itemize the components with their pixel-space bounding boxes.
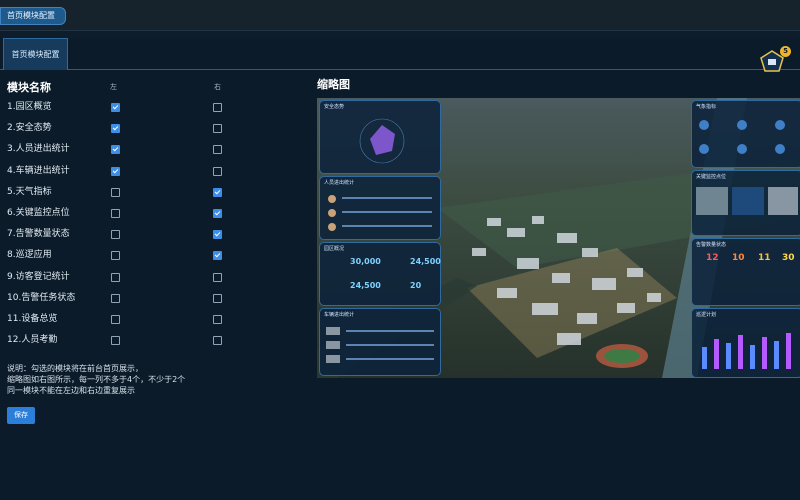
module-row: 3.人员进出统计	[7, 142, 227, 158]
alarm-value: 11	[758, 253, 771, 263]
module-label: 1.园区概览	[7, 102, 52, 112]
module-row: 8.巡逻应用	[7, 248, 227, 264]
left-checkbox[interactable]	[111, 103, 120, 112]
right-checkbox[interactable]	[213, 145, 222, 155]
left-checkbox[interactable]	[111, 187, 120, 197]
left-checkbox[interactable]	[111, 336, 120, 346]
weather-icons	[699, 120, 785, 154]
card-alarm: 告警数量状态 12 10 11 30	[691, 238, 800, 306]
right-checkbox[interactable]	[213, 230, 222, 240]
park-value: 24,500	[350, 281, 381, 290]
right-checkbox[interactable]	[213, 251, 222, 261]
module-row: 12.人员考勤	[7, 333, 227, 349]
right-checkbox[interactable]	[213, 103, 222, 112]
tab-home-config[interactable]: 首页模块配置	[3, 38, 68, 70]
left-checkbox[interactable]	[111, 124, 120, 134]
card-park: 园区概况 30,000 24,500 24,500 20	[319, 242, 441, 306]
right-checkbox[interactable]	[213, 166, 222, 176]
card-weather: 气象指标	[691, 100, 800, 168]
instructions-line: 同一模块不能在左边和右边重复展示	[7, 386, 135, 395]
alarm-value: 30	[782, 253, 795, 263]
card-monitor: 关键监控点位	[691, 170, 800, 236]
park-value: 24,500	[410, 257, 441, 266]
left-checkbox[interactable]	[111, 293, 120, 303]
left-checkbox[interactable]	[111, 315, 120, 324]
module-label: 5.天气指标	[7, 186, 52, 197]
left-checkbox[interactable]	[111, 166, 120, 176]
person-table	[328, 195, 432, 231]
module-label: 6.关键监控点位	[7, 208, 70, 218]
module-label: 9.访客登记统计	[7, 271, 70, 282]
module-row: 2.安全态势	[7, 121, 227, 137]
vehicle-table	[326, 327, 434, 363]
module-row: 7.告警数量状态	[7, 227, 227, 243]
top-bar: 首页模块配置	[0, 0, 800, 31]
module-label: 10.告警任务状态	[7, 292, 76, 303]
top-tab[interactable]: 首页模块配置	[0, 7, 66, 25]
card-vehicle: 车辆进出统计	[319, 308, 441, 376]
module-label: 8.巡逻应用	[7, 250, 52, 261]
alarm-value: 10	[732, 253, 745, 263]
module-label: 4.车辆进出统计	[7, 165, 70, 176]
radar-chart	[359, 118, 405, 164]
left-checkbox[interactable]	[111, 209, 120, 218]
park-value: 20	[410, 281, 422, 290]
module-label: 2.安全态势	[7, 123, 52, 134]
right-checkbox[interactable]	[213, 336, 222, 346]
module-row: 4.车辆进出统计	[7, 164, 227, 180]
column-right-label: 右	[214, 83, 221, 91]
module-row: 10.告警任务状态	[7, 291, 227, 307]
module-label: 12.人员考勤	[7, 335, 58, 346]
instructions: 说明：勾选的模块将在前台首页展示， 缩略图如右图所示，每一列不多于4个，不少于2…	[7, 363, 185, 396]
monitor-thumbnails	[696, 187, 798, 215]
column-left-label: 左	[110, 83, 117, 91]
save-button[interactable]: 保存	[7, 407, 35, 424]
card-title: 告警数量状态	[696, 242, 727, 248]
right-checkbox[interactable]	[213, 293, 222, 303]
right-checkbox[interactable]	[213, 272, 222, 282]
patrol-bar-chart	[702, 333, 791, 369]
left-checkbox[interactable]	[111, 145, 120, 155]
card-safety: 安全态势	[319, 100, 441, 174]
right-checkbox[interactable]	[213, 187, 222, 197]
card-patrol: 巡逻计划	[691, 308, 800, 378]
module-row: 1.园区概览	[7, 100, 227, 116]
instructions-line: 缩略图如右图所示，每一列不多于4个，不少于2个	[7, 375, 186, 384]
module-list-heading: 模块名称	[7, 81, 51, 94]
module-label: 11.设备总览	[7, 314, 58, 324]
right-checkbox[interactable]	[213, 315, 222, 324]
module-row: 9.访客登记统计	[7, 270, 227, 286]
config-panel: 首页模块配置 5 模块名称 左 右 1.园区概览 2.安全态势 3.人员进出统计 4.…	[0, 38, 800, 500]
alert-badge[interactable]: 5	[760, 46, 791, 72]
module-row: 5.天气指标	[7, 185, 227, 201]
card-person: 人员进出统计	[319, 176, 441, 240]
panel-tabstrip: 首页模块配置 5	[0, 38, 800, 72]
module-row: 11.设备总览	[7, 312, 227, 328]
right-checkbox[interactable]	[213, 209, 222, 218]
card-title: 园区概况	[324, 246, 345, 252]
thumbnail-preview: 安全态势 人员进出统计 园区概况 30,000 24,500 24,500 20…	[317, 98, 800, 378]
instructions-line: 说明：勾选的模块将在前台首页展示，	[7, 364, 143, 373]
left-checkbox[interactable]	[111, 251, 120, 261]
thumbnail-heading: 缩略图	[317, 78, 350, 91]
notification-count: 5	[780, 46, 791, 57]
park-value: 30,000	[350, 257, 381, 266]
left-checkbox[interactable]	[111, 272, 120, 282]
left-checkbox[interactable]	[111, 230, 120, 240]
alarm-value: 12	[706, 253, 719, 263]
module-label: 3.人员进出统计	[7, 144, 70, 155]
module-label: 7.告警数量状态	[7, 229, 70, 240]
module-row: 6.关键监控点位	[7, 206, 227, 222]
right-checkbox[interactable]	[213, 124, 222, 134]
